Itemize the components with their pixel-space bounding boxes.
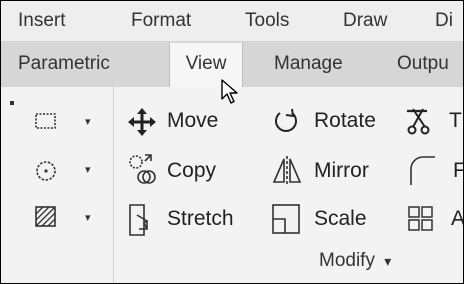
- hatch-icon[interactable]: [34, 205, 58, 234]
- copy-label[interactable]: Copy: [167, 159, 216, 183]
- mirror-icon[interactable]: [271, 155, 303, 190]
- menu-insert[interactable]: Insert: [18, 1, 66, 41]
- mouse-pointer-icon: [221, 79, 239, 110]
- menu-tools[interactable]: Tools: [245, 1, 289, 41]
- rotate-label[interactable]: Rotate: [314, 109, 376, 133]
- array-label[interactable]: A: [451, 207, 463, 231]
- tab-manage[interactable]: Manage: [274, 41, 343, 87]
- tab-output[interactable]: Outpu: [397, 41, 449, 87]
- app-window: Insert Format Tools Draw Di Parametric V…: [0, 0, 464, 284]
- menu-draw[interactable]: Draw: [343, 1, 387, 41]
- ribbon-panel: ▾ ▾ ▾ Move Copy Stretch Rotate Mirror Sc…: [1, 87, 463, 283]
- copy-icon[interactable]: [127, 153, 157, 192]
- menu-dimension[interactable]: Di: [435, 1, 453, 41]
- hatch-dropdown-icon[interactable]: ▾: [85, 211, 91, 224]
- tab-parametric[interactable]: Parametric: [18, 41, 110, 87]
- circle-dropdown-icon[interactable]: ▾: [85, 163, 91, 176]
- panel-divider: [113, 87, 114, 283]
- menu-bar: Insert Format Tools Draw Di: [1, 1, 463, 41]
- grip-dot: [10, 101, 14, 105]
- rectangle-icon[interactable]: [34, 111, 58, 136]
- rectangle-dropdown-icon[interactable]: ▾: [85, 115, 91, 128]
- stretch-label[interactable]: Stretch: [167, 207, 234, 231]
- modify-panel-label: Modify: [319, 250, 375, 271]
- modify-panel-dropdown-icon: ▾: [384, 253, 392, 269]
- menu-format[interactable]: Format: [131, 1, 191, 41]
- trim-label[interactable]: T: [449, 109, 462, 133]
- circle-icon[interactable]: [34, 159, 58, 188]
- move-icon[interactable]: [127, 107, 157, 142]
- fillet-label[interactable]: F: [453, 159, 463, 183]
- array-icon[interactable]: [407, 205, 435, 238]
- modify-panel-title[interactable]: Modify ▾: [319, 250, 391, 272]
- stretch-icon[interactable]: [127, 203, 157, 242]
- fillet-icon[interactable]: [407, 153, 437, 192]
- mirror-label[interactable]: Mirror: [314, 159, 369, 183]
- scale-icon[interactable]: [271, 203, 301, 240]
- rotate-icon[interactable]: [271, 107, 301, 142]
- trim-icon[interactable]: [405, 105, 437, 142]
- scale-label[interactable]: Scale: [314, 207, 367, 231]
- move-label[interactable]: Move: [167, 109, 218, 133]
